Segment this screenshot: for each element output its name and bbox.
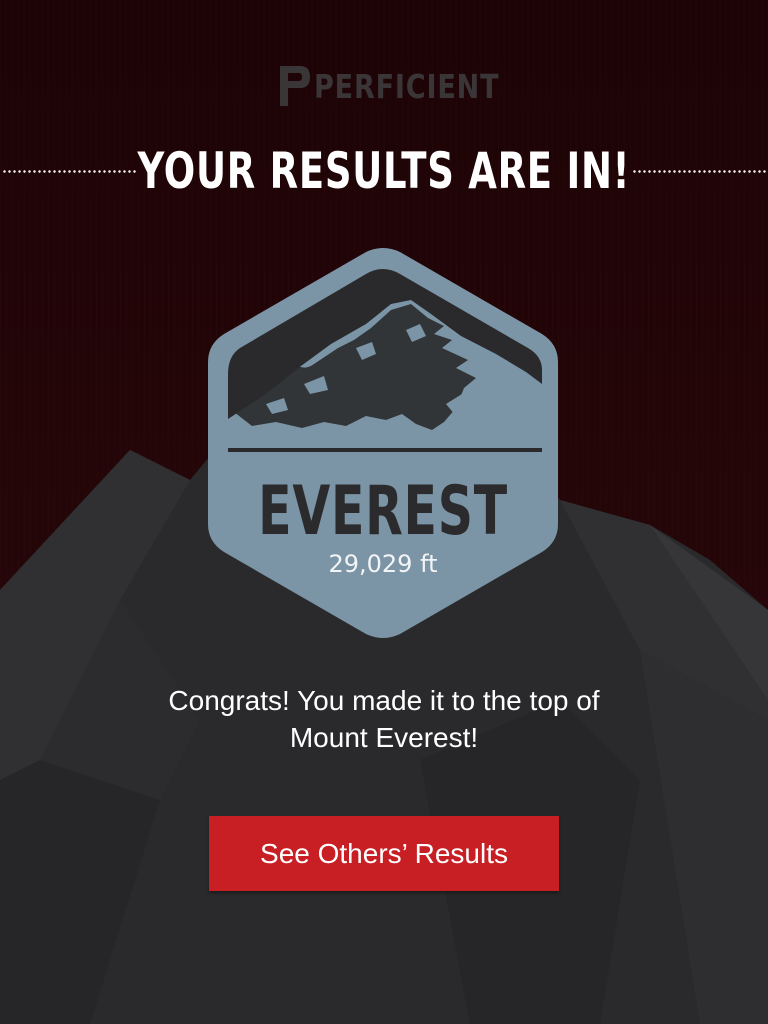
peak-elevation: 29,029 ft	[328, 550, 438, 578]
brand-name: PERFICIENT	[314, 66, 500, 106]
mountain-hexagon-badge-icon	[208, 248, 558, 638]
result-message: Congrats! You made it to the top of Moun…	[104, 682, 664, 756]
see-others-results-button[interactable]: See Others’ Results	[209, 816, 559, 891]
result-message-line-1: Congrats! You made it to the top of	[168, 685, 600, 716]
perficient-logo-icon	[278, 62, 312, 110]
page-title: YOUR RESULTS ARE IN!	[137, 142, 631, 200]
header-divider-right	[632, 170, 766, 173]
header-divider-left	[2, 170, 136, 173]
perficient-logo: PERFICIENT	[278, 60, 499, 112]
peak-name: EVEREST	[258, 472, 508, 551]
result-message-line-2: Mount Everest!	[289, 722, 479, 753]
results-header: YOUR RESULTS ARE IN!	[0, 136, 768, 206]
results-screen: PERFICIENT YOUR RESULTS ARE IN! EVEREST …	[0, 0, 768, 1024]
